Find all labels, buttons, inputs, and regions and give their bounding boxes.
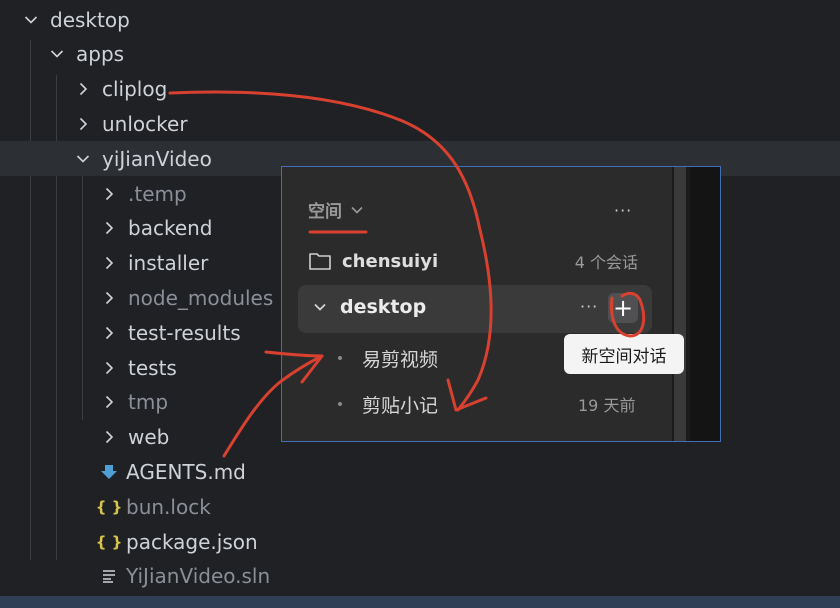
conversation-title: 易剪视频 bbox=[362, 348, 439, 371]
workspace-more-icon[interactable]: ··· bbox=[580, 297, 598, 316]
tree-item-label: backend bbox=[128, 216, 213, 241]
tree-item-unlocker[interactable]: unlocker bbox=[0, 106, 840, 141]
chevron-right-icon bbox=[98, 252, 120, 274]
tree-item-label: tmp bbox=[128, 390, 169, 415]
tree-item-label: yiJianVideo bbox=[102, 146, 212, 171]
conversation-time: 19 天前 bbox=[578, 396, 636, 415]
tree-item-label: test-results bbox=[128, 320, 241, 345]
conversation-title: 剪贴小记 bbox=[362, 394, 439, 417]
chevron-right-icon bbox=[98, 391, 120, 413]
solution-file-icon bbox=[98, 568, 120, 584]
new-conversation-button[interactable]: + bbox=[608, 293, 638, 323]
tree-item-label: .temp bbox=[128, 181, 187, 206]
workspace-item-desktop[interactable]: desktop ··· + bbox=[298, 285, 652, 333]
tree-item-yijianvideo-sln[interactable]: YiJianVideo.sln bbox=[0, 559, 840, 594]
markdown-file-icon bbox=[98, 463, 120, 481]
tree-item-agents-md[interactable]: AGENTS.md bbox=[0, 454, 840, 489]
workspace-popup: 空间 ··· chensuiyi 4 个会话 desktop ··· + 易剪视… bbox=[281, 166, 721, 442]
tree-item-label: cliplog bbox=[102, 77, 168, 102]
chevron-right-icon bbox=[98, 287, 120, 309]
workspace-name: chensuiyi bbox=[342, 250, 439, 272]
tree-item-label: YiJianVideo.sln bbox=[126, 564, 271, 589]
chevron-down-icon bbox=[72, 148, 94, 170]
json-file-icon: { } bbox=[95, 497, 123, 516]
chevron-right-icon bbox=[98, 217, 120, 239]
tree-item-label: AGENTS.md bbox=[126, 459, 246, 484]
conversation-item[interactable]: 剪贴小记 19 天前 bbox=[338, 389, 658, 419]
folder-icon bbox=[309, 253, 331, 270]
more-options-icon[interactable]: ··· bbox=[614, 201, 632, 220]
chevron-down-icon bbox=[20, 9, 42, 31]
bullet-icon bbox=[338, 356, 342, 360]
tree-item-bun-lock[interactable]: { } bun.lock bbox=[0, 489, 840, 524]
tree-item-label: desktop bbox=[50, 7, 130, 32]
workspace-item-chensuiyi[interactable]: chensuiyi 4 个会话 bbox=[308, 247, 648, 275]
chevron-down-icon bbox=[314, 303, 326, 311]
chevron-right-icon bbox=[72, 78, 94, 100]
tree-item-label: tests bbox=[128, 355, 177, 380]
panel-scrollbar[interactable] bbox=[674, 167, 686, 441]
status-strip bbox=[0, 596, 840, 608]
tree-item-label: package.json bbox=[126, 529, 258, 554]
tree-item-cliplog[interactable]: cliplog bbox=[0, 72, 840, 107]
json-file-icon: { } bbox=[95, 532, 123, 551]
chevron-down-icon bbox=[351, 206, 363, 214]
chevron-right-icon bbox=[98, 322, 120, 344]
new-space-conversation-tooltip: 新空间对话 bbox=[564, 334, 684, 374]
conversation-count: 4 个会话 bbox=[574, 253, 638, 272]
chevron-down-icon bbox=[46, 43, 68, 65]
chevron-right-icon bbox=[98, 426, 120, 448]
tree-item-package-json[interactable]: { } package.json bbox=[0, 524, 840, 559]
tree-item-label: node_modules bbox=[128, 285, 274, 310]
bullet-icon bbox=[338, 402, 342, 406]
tree-item-apps[interactable]: apps bbox=[0, 37, 840, 72]
side-pane bbox=[690, 167, 720, 441]
tree-item-label: apps bbox=[76, 42, 125, 67]
tree-item-desktop[interactable]: desktop bbox=[0, 2, 840, 37]
tree-item-label: bun.lock bbox=[126, 494, 211, 519]
workspace-name: desktop bbox=[340, 296, 427, 318]
space-header-label: 空间 bbox=[308, 202, 342, 222]
tree-item-label: web bbox=[128, 425, 170, 450]
tree-item-label: unlocker bbox=[102, 111, 188, 136]
space-selector[interactable]: 空间 bbox=[308, 197, 364, 222]
chevron-right-icon bbox=[98, 357, 120, 379]
tree-item-label: installer bbox=[128, 251, 209, 276]
chevron-right-icon bbox=[98, 183, 120, 205]
chevron-right-icon bbox=[72, 113, 94, 135]
